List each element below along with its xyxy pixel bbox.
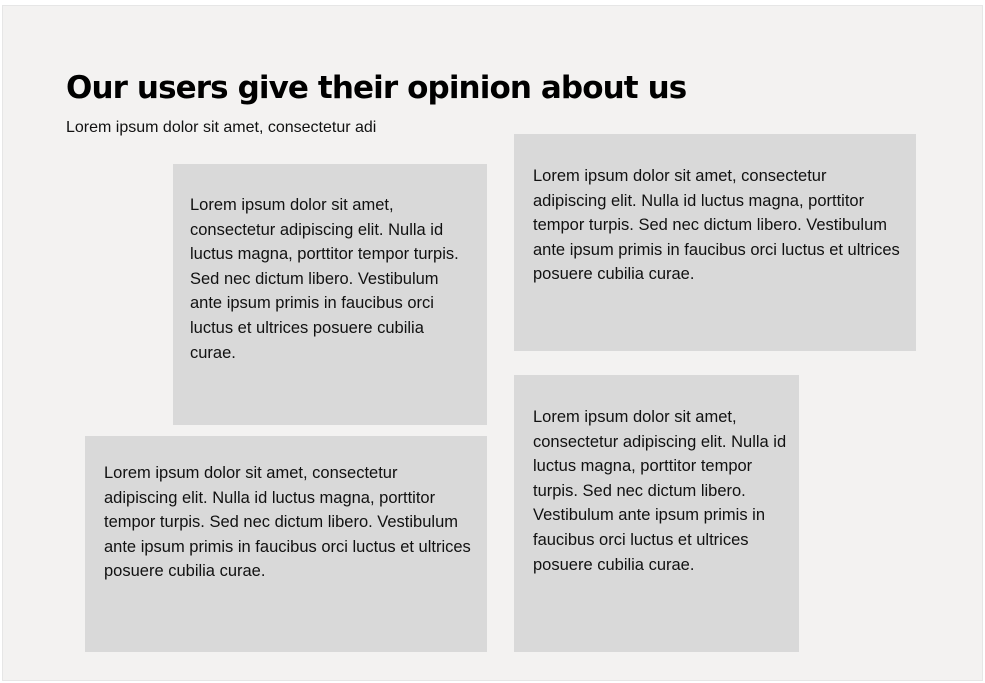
testimonial-card-3: Lorem ipsum dolor sit amet, consectetur … <box>85 436 487 652</box>
testimonial-card-4: Lorem ipsum dolor sit amet, consectetur … <box>514 375 799 652</box>
testimonial-card-1: Lorem ipsum dolor sit amet, consectetur … <box>173 164 487 425</box>
testimonial-text: Lorem ipsum dolor sit amet, consectetur … <box>104 464 471 581</box>
testimonial-card-2: Lorem ipsum dolor sit amet, consectetur … <box>514 134 916 351</box>
testimonial-text: Lorem ipsum dolor sit amet, consectetur … <box>190 196 459 362</box>
section-subtitle: Lorem ipsum dolor sit amet, consectetur … <box>66 119 377 136</box>
testimonial-text: Lorem ipsum dolor sit amet, consectetur … <box>533 408 787 574</box>
section-title: Our users give their opinion about us <box>66 70 687 106</box>
testimonial-text: Lorem ipsum dolor sit amet, consectetur … <box>533 167 900 284</box>
testimonials-section: Our users give their opinion about us Lo… <box>2 5 983 681</box>
